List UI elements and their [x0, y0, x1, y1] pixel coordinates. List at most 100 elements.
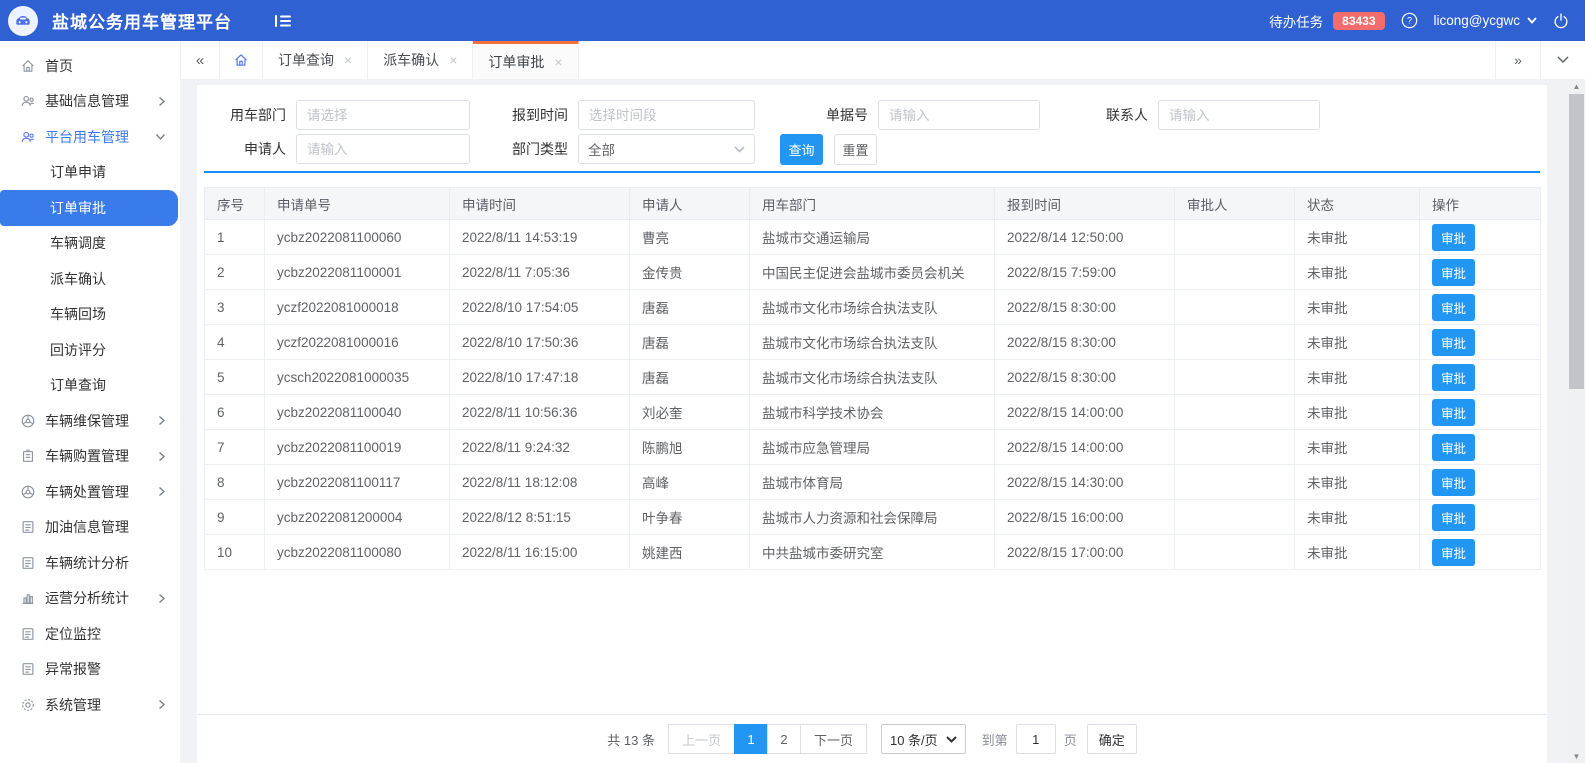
sidebar-item-maintenance[interactable]: 车辆维保管理 — [0, 403, 180, 439]
tab-order-approval[interactable]: 订单审批 × — [473, 41, 579, 79]
sidebar-item-order-apply[interactable]: 订单申请 — [0, 155, 180, 191]
table-cell: 2022/8/11 14:53:19 — [449, 219, 630, 255]
page-numbers: 12 — [733, 724, 801, 754]
sidebar-item-base-info[interactable]: 基础信息管理 — [0, 84, 180, 120]
sidebar-item-label: 车辆调度 — [50, 235, 106, 252]
content-area: 用车部门 报到时间 单据号 联系人 申请人 — [181, 79, 1585, 763]
header-right: 待办任务 83433 ? licong@ycgwc — [1269, 11, 1569, 31]
goto-page-input[interactable] — [1015, 724, 1056, 754]
sidebar-item-label: 订单查询 — [50, 377, 106, 394]
scroll-down-icon[interactable]: ▼ — [1568, 749, 1585, 763]
report-time-input[interactable] — [578, 100, 755, 130]
tab-order-query[interactable]: 订单查询 × — [263, 41, 369, 79]
applicant-input[interactable] — [296, 134, 470, 164]
table-cell: ycbz2022081100040 — [264, 394, 450, 430]
user-menu[interactable]: licong@ycgwc — [1434, 13, 1537, 28]
approve-button[interactable]: 审批 — [1432, 433, 1476, 461]
doc-no-input[interactable] — [878, 100, 1040, 130]
approve-button[interactable]: 审批 — [1432, 363, 1476, 391]
table-cell: 未审批 — [1294, 534, 1420, 570]
table-row: 9 ycbz2022081200004 2022/8/12 8:51:15 叶争春 盐城… — [204, 499, 1541, 535]
table-cell: yczf2022081000016 — [264, 324, 450, 360]
scroll-up-icon[interactable]: ▲ — [1568, 79, 1585, 93]
table-cell: 曹亮 — [629, 219, 750, 255]
sidebar-item-platform-vehicle[interactable]: 平台用车管理 — [0, 119, 180, 155]
pending-tasks-label[interactable]: 待办任务 — [1269, 11, 1323, 31]
scrollbar-thumb[interactable] — [1569, 94, 1584, 389]
purchase-icon — [20, 448, 36, 464]
table-cell: 8 — [204, 464, 265, 500]
total-count-label: 共 13 条 — [607, 732, 655, 748]
close-icon[interactable]: × — [344, 52, 352, 68]
sidebar-item-location-monitor[interactable]: 定位监控 — [0, 616, 180, 652]
approve-button[interactable]: 审批 — [1432, 293, 1476, 321]
close-icon[interactable]: × — [449, 52, 457, 68]
tabs-scroll-left-icon[interactable]: « — [181, 41, 220, 79]
page-number-button[interactable]: 2 — [766, 724, 801, 754]
reset-button[interactable]: 重置 — [834, 134, 877, 165]
chevron-right-icon — [158, 415, 166, 426]
applicant-label: 申请人 — [244, 141, 286, 157]
approve-button[interactable]: 审批 — [1432, 398, 1476, 426]
help-icon[interactable]: ? — [1401, 12, 1418, 29]
dept-type-select[interactable]: 全部 — [578, 134, 755, 164]
contact-input[interactable] — [1158, 100, 1320, 130]
approve-button[interactable]: 审批 — [1432, 258, 1476, 286]
sidebar-item-vehicle-return[interactable]: 车辆回场 — [0, 297, 180, 333]
sidebar-item-order-approval[interactable]: 订单审批 — [0, 190, 178, 226]
table-cell: 姚建西 — [629, 534, 750, 570]
tabs-scroll-right-icon[interactable]: » — [1495, 41, 1540, 79]
chevron-right-icon — [158, 96, 166, 107]
approve-button[interactable]: 审批 — [1432, 503, 1476, 531]
approve-button[interactable]: 审批 — [1432, 223, 1476, 251]
approve-button[interactable]: 审批 — [1432, 538, 1476, 566]
sidebar-item-purchase[interactable]: 车辆购置管理 — [0, 439, 180, 475]
sidebar: 首页 基础信息管理平台用车管理订单申请 订单审批车辆调度派车确认 车辆回场 回访评分订单… — [0, 41, 181, 763]
sidebar-item-label: 平台用车管理 — [45, 128, 129, 145]
chevron-down-icon — [734, 145, 745, 153]
next-page-button[interactable]: 下一页 — [799, 724, 867, 754]
sidebar-item-fuel-info[interactable]: 加油信息管理 — [0, 510, 180, 546]
table-cell: 盐城市文化市场综合执法支队 — [749, 324, 995, 360]
table-cell — [1174, 499, 1295, 535]
chevron-right-icon — [158, 593, 166, 604]
page-number-button[interactable]: 1 — [733, 724, 768, 754]
column-header: 申请时间 — [449, 187, 630, 220]
goto-prefix-label: 到第 — [981, 732, 1008, 748]
table-row: 7 ycbz2022081100019 2022/8/11 9:24:32 陈鹏旭 盐城… — [204, 429, 1541, 465]
home-tab[interactable] — [220, 41, 263, 79]
tabbar-spacer — [579, 41, 1495, 79]
sidebar-item-dispatch-confirm[interactable]: 派车确认 — [0, 261, 180, 297]
tab-dispatch-confirm[interactable]: 派车确认 × — [368, 41, 474, 79]
page-size-select[interactable]: 10 条/页 — [880, 724, 966, 754]
approve-button[interactable]: 审批 — [1432, 468, 1476, 496]
contact-label: 联系人 — [1106, 107, 1148, 123]
sidebar-item-vehicle-stats[interactable]: 车辆统计分析 — [0, 545, 180, 581]
sidebar-item-order-query[interactable]: 订单查询 — [0, 368, 180, 404]
pending-tasks-badge[interactable]: 83433 — [1333, 11, 1385, 30]
tabs-menu-icon[interactable] — [1540, 41, 1585, 79]
filter-contact: 联系人 — [1092, 100, 1320, 130]
power-icon[interactable] — [1553, 12, 1569, 29]
table-cell — [1174, 219, 1295, 255]
search-button[interactable]: 查询 — [780, 134, 823, 165]
tab-label: 订单查询 — [278, 52, 334, 68]
goto-confirm-button[interactable]: 确定 — [1086, 724, 1137, 754]
table-cell: 2022/8/15 7:59:00 — [994, 254, 1175, 290]
sidebar-item-home[interactable]: 首页 — [0, 48, 180, 84]
sidebar-item-abnormal-alarm[interactable]: 异常报警 — [0, 652, 180, 688]
sidebar-item-vehicle-dispatch[interactable]: 车辆调度 — [0, 226, 180, 262]
prev-page-button[interactable]: 上一页 — [667, 724, 735, 754]
menu-fold-icon[interactable] — [274, 13, 292, 29]
close-icon[interactable]: × — [554, 54, 562, 70]
sidebar-item-visit-score[interactable]: 回访评分 — [0, 332, 180, 368]
sidebar-item-disposal[interactable]: 车辆处置管理 — [0, 474, 180, 510]
sidebar-item-operation-analysis[interactable]: 运营分析统计 — [0, 581, 180, 617]
vertical-scrollbar[interactable]: ▲ ▼ — [1568, 79, 1585, 763]
table-cell: 未审批 — [1294, 219, 1420, 255]
doc-no-label: 单据号 — [826, 107, 868, 123]
dept-select-input[interactable] — [296, 100, 470, 130]
sidebar-item-system[interactable]: 系统管理 — [0, 687, 180, 723]
chevron-right-icon — [158, 451, 166, 462]
approve-button[interactable]: 审批 — [1432, 328, 1476, 356]
